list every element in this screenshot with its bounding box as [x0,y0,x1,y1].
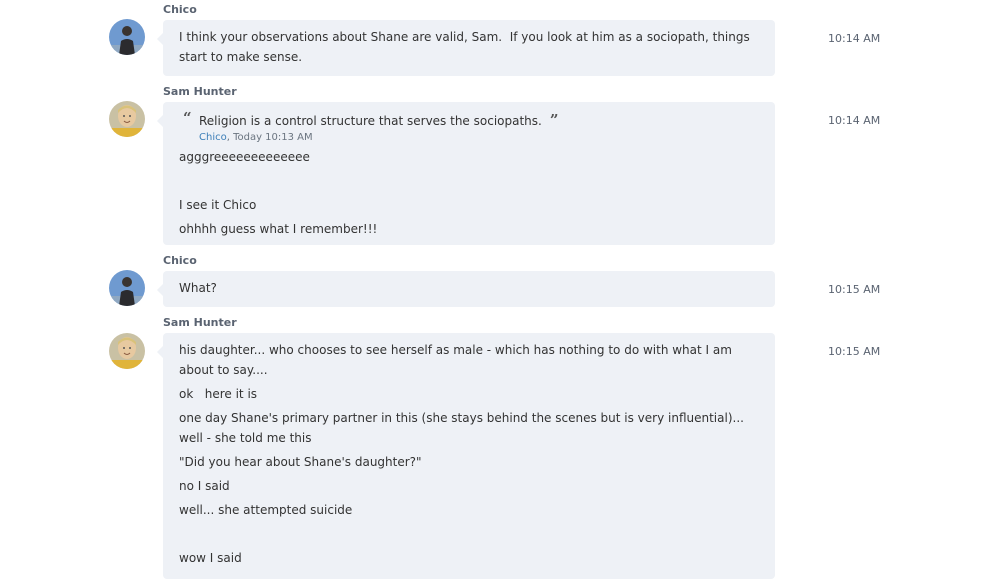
avatar-sam-hunter[interactable] [109,333,145,369]
close-quote-icon: ” [549,111,559,129]
quoted-message[interactable]: “ Religion is a control structure that s… [179,109,759,145]
message-text: well... she attempted suicide [179,503,353,517]
sender-name[interactable]: Chico [163,254,197,267]
message-text: I think your observations about Shane ar… [179,30,750,44]
message-text: his daughter... who chooses to see herse… [179,343,732,357]
message-text: ok here it is [179,387,258,401]
quote-text: Religion is a control structure that ser… [199,114,542,128]
message-bubble: I think your observations about Shane ar… [157,20,775,76]
message-text: What? [179,281,217,295]
timestamp: 10:14 AM [828,114,881,127]
open-quote-icon: “ [183,109,192,127]
timestamp: 10:15 AM [828,283,881,296]
sender-name[interactable]: Sam Hunter [163,316,237,329]
message-text: about to say.... [179,363,268,377]
message-text: "Did you hear about Shane's daughter?" [179,455,422,469]
message-text: well - she told me this [179,431,312,445]
message-text: ohhhh guess what I remember!!! [179,222,378,236]
message-text: start to make sense. [179,50,303,64]
avatar-sam-hunter[interactable] [109,101,145,137]
avatar-chico[interactable] [109,19,145,55]
message-text: I see it Chico [179,198,257,212]
message-text: no I said [179,479,230,493]
quote-meta: Chico, Today 10:13 AM [199,131,759,145]
message-text: one day Shane's primary partner in this … [179,411,744,425]
timestamp: 10:14 AM [828,32,881,45]
sender-name[interactable]: Chico [163,3,197,16]
message-text: wow I said [179,551,242,565]
chat-transcript: Chico I think your observations about Sh… [0,0,984,579]
message-bubble: “ Religion is a control structure that s… [157,102,775,245]
timestamp: 10:15 AM [828,345,881,358]
message-bubble: his daughter... who chooses to see herse… [157,333,775,579]
sender-name[interactable]: Sam Hunter [163,85,237,98]
quote-timestamp: , Today 10:13 AM [226,132,313,143]
avatar-chico[interactable] [109,270,145,306]
message-bubble: What? [157,271,775,307]
quote-author-link[interactable]: Chico [199,132,227,143]
message-text: agggreeeeeeeeeeeee [179,150,310,164]
